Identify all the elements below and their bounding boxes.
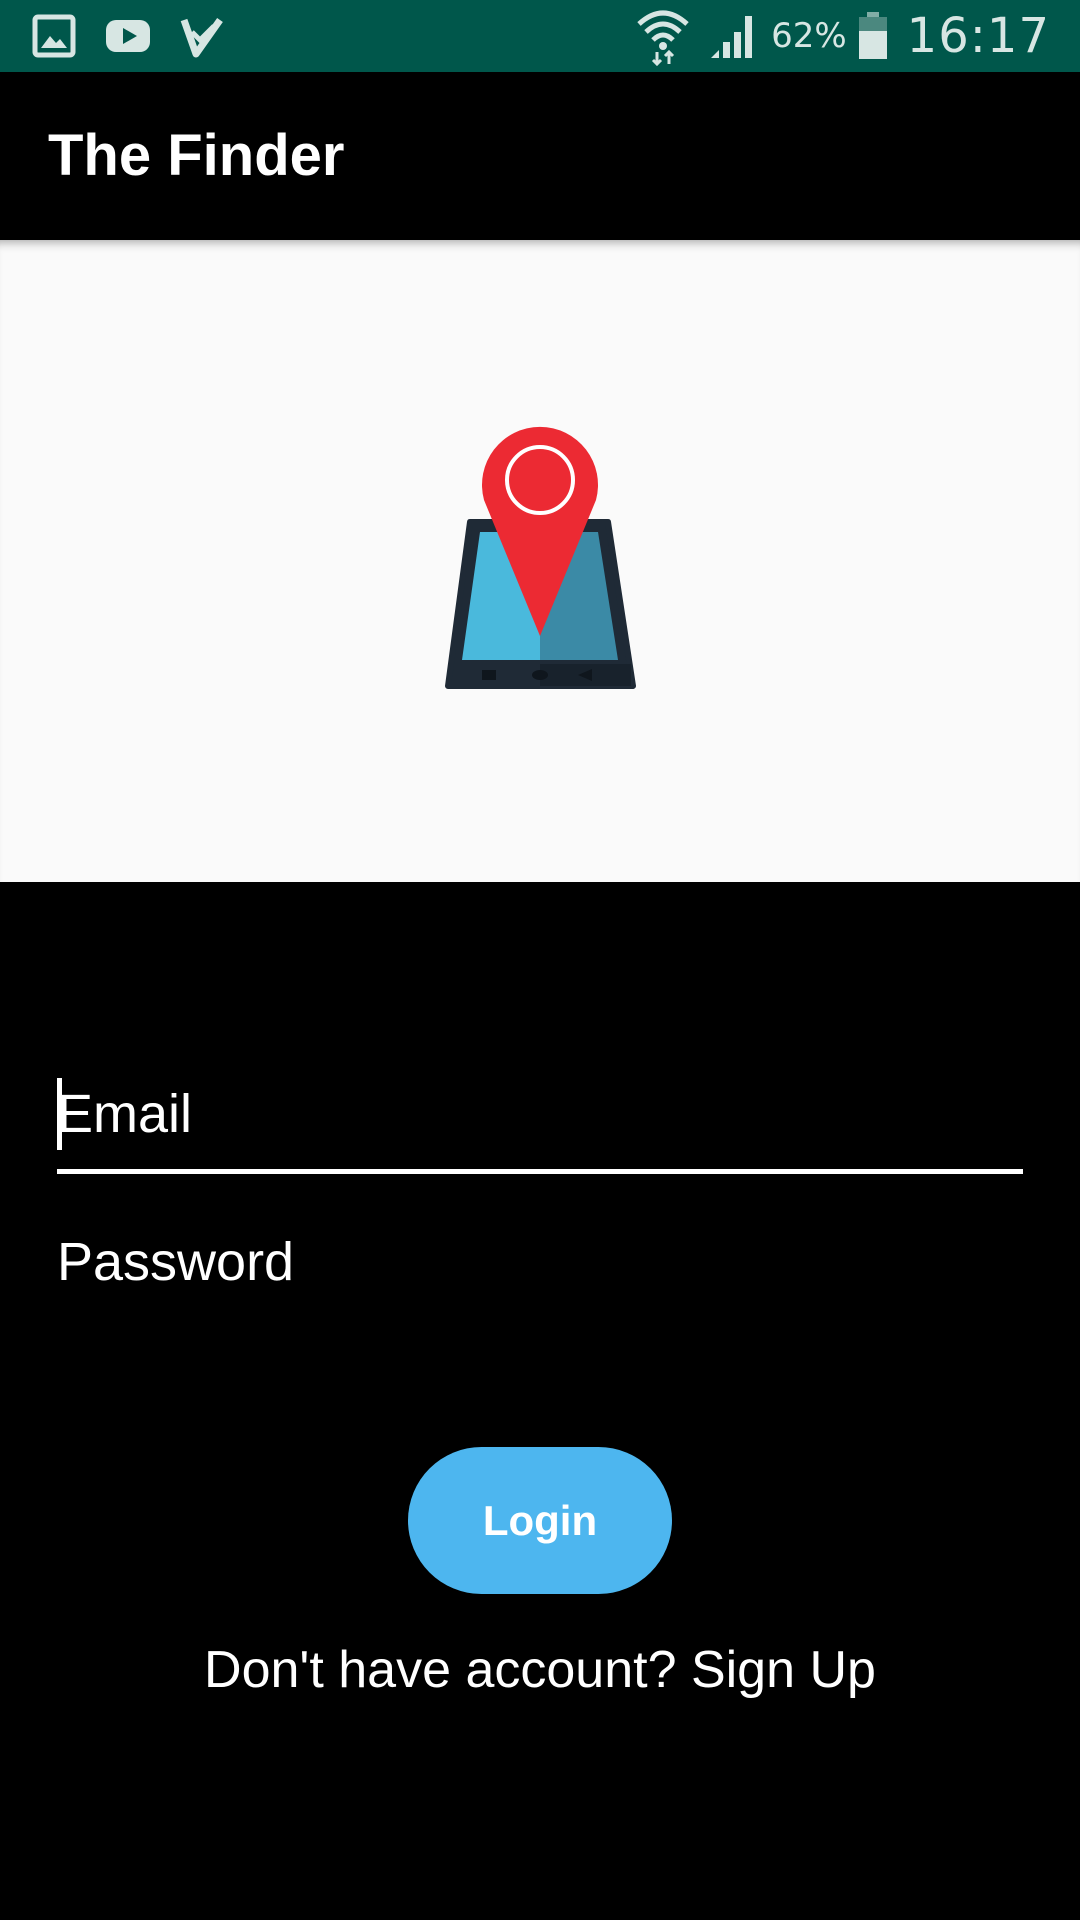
battery-percentage: 62% xyxy=(771,16,847,56)
battery-icon xyxy=(858,12,887,59)
login-button[interactable]: Login xyxy=(408,1447,672,1594)
email-placeholder: Email xyxy=(57,1084,193,1144)
email-field[interactable]: Email xyxy=(57,1066,1023,1174)
system-status: 62% 16:17 xyxy=(635,0,1050,72)
logo-panel xyxy=(0,240,1080,882)
checkmark-icon xyxy=(180,17,223,58)
location-phone-logo xyxy=(445,426,636,689)
signal-icon xyxy=(711,16,753,58)
app-bar: The Finder xyxy=(0,72,1080,240)
status-bar: 62% 16:17 xyxy=(0,0,1080,72)
password-placeholder: Password xyxy=(57,1232,295,1292)
signup-link[interactable]: Don't have account? Sign Up xyxy=(0,1640,1080,1700)
gallery-icon xyxy=(32,14,76,58)
status-clock: 16:17 xyxy=(906,8,1050,64)
password-field[interactable]: Password xyxy=(57,1214,1023,1310)
youtube-icon xyxy=(106,20,150,52)
login-screen: 62% 16:17 The Finder Email Password Logi… xyxy=(0,0,1080,1920)
wifi-icon xyxy=(637,10,689,66)
email-underline xyxy=(57,1169,1023,1174)
app-title: The Finder xyxy=(48,123,345,188)
notification-icons xyxy=(30,12,226,60)
